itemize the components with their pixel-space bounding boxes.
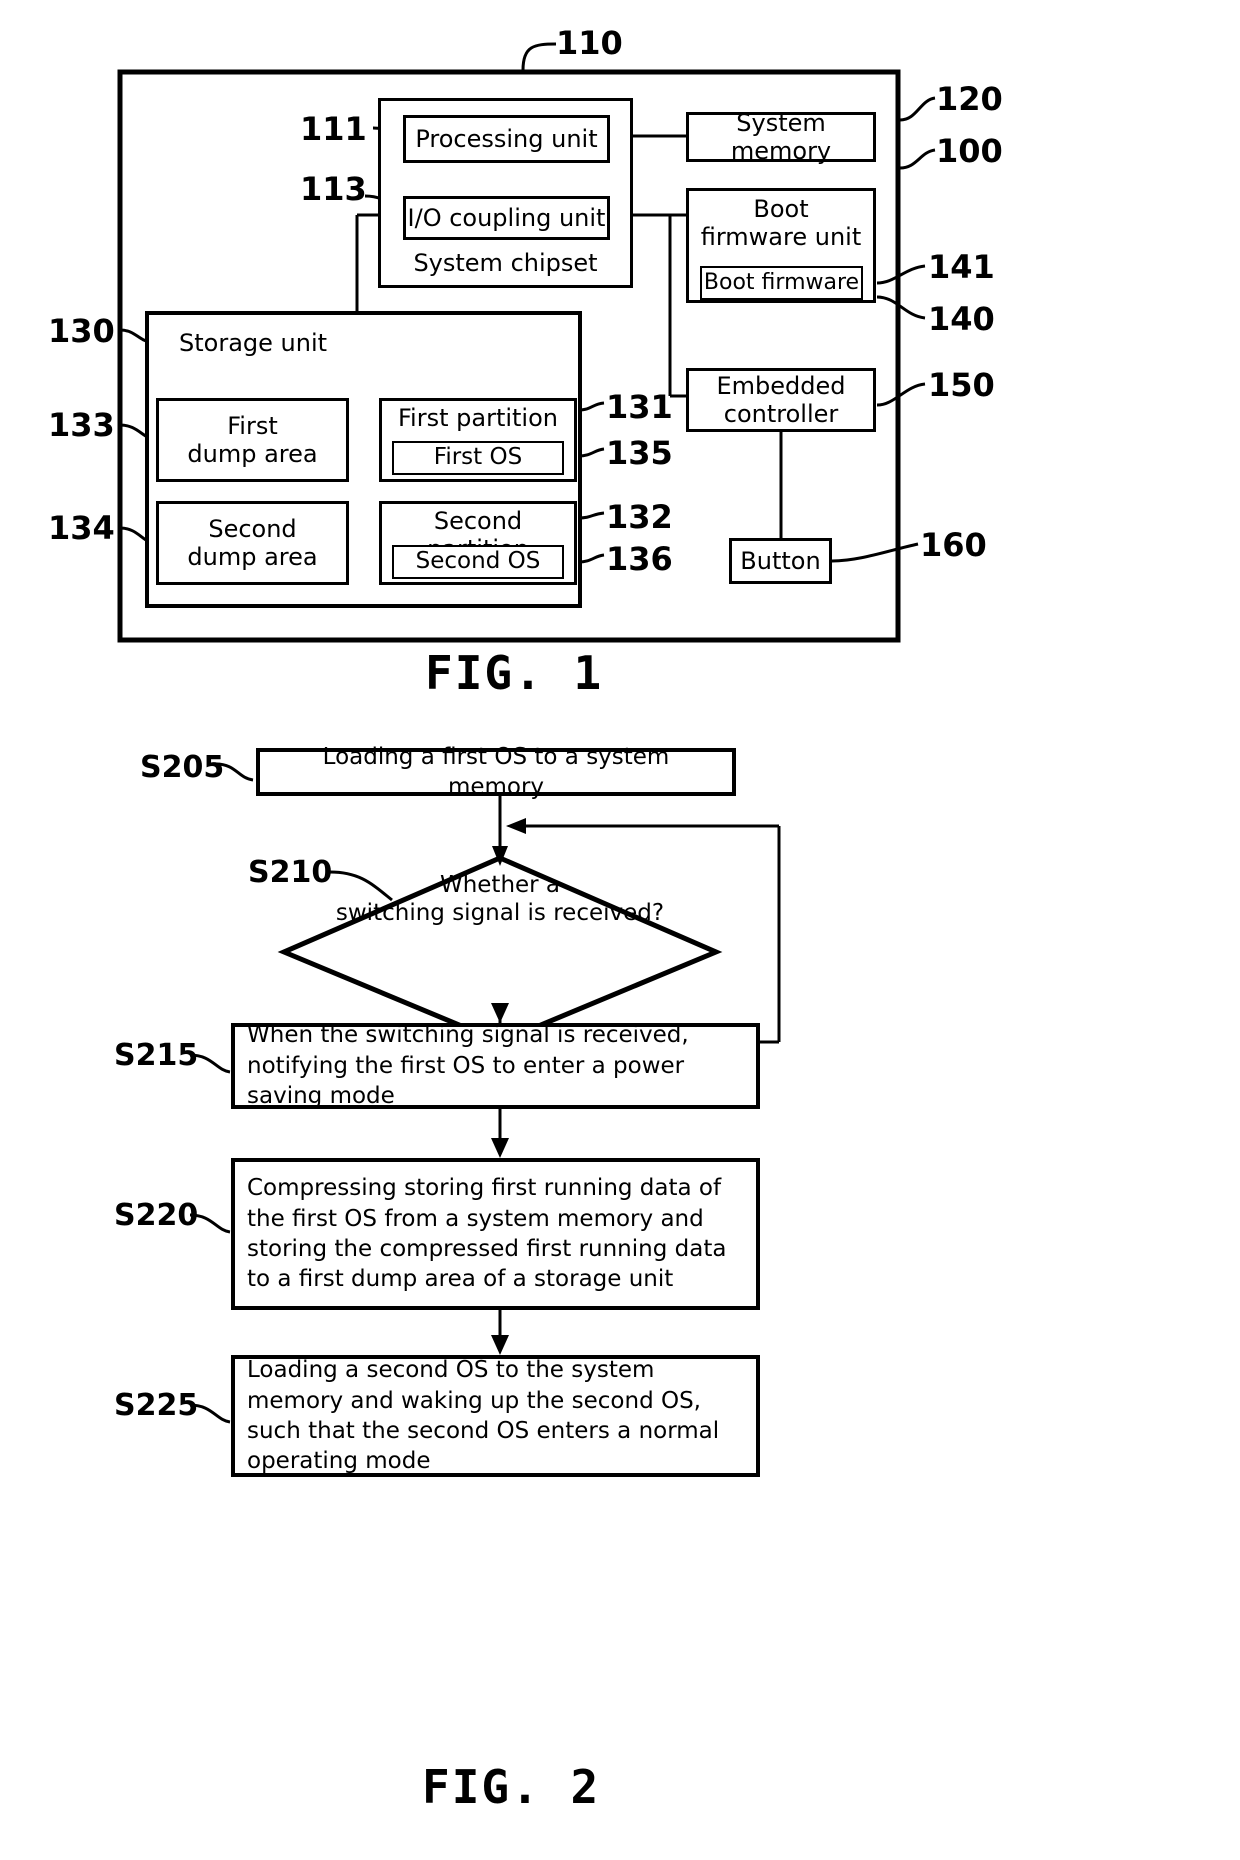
system-chipset-label: System chipset xyxy=(413,248,598,277)
ref-134: 134 xyxy=(48,509,115,547)
ref-150: 150 xyxy=(928,366,995,404)
first-dump-area-label-line2: dump area xyxy=(187,440,318,468)
ref-131: 131 xyxy=(606,388,673,426)
ref-140: 140 xyxy=(928,300,995,338)
first-os-block: First OS xyxy=(392,441,564,475)
ref-133: 133 xyxy=(48,406,115,444)
leader-150 xyxy=(876,382,926,407)
ref-s205: S205 xyxy=(140,750,225,785)
system-memory-label: System memory xyxy=(730,108,832,165)
embedded-controller-label-line2: controller xyxy=(723,400,839,428)
flow-step-s210-text: Whether a switching signal is received? xyxy=(330,872,670,927)
figure2-caption: FIG. 2 xyxy=(422,1760,601,1814)
flow-step-s215-text: When the switching signal is received, n… xyxy=(247,1022,689,1110)
storage-unit-label: Storage unit xyxy=(179,329,328,357)
boot-firmware-unit-label-line2: firmware unit xyxy=(700,223,862,252)
leader-100 xyxy=(899,148,936,170)
flow-step-s205-text: Loading a first OS to a system memory xyxy=(322,743,670,800)
boot-firmware-block: Boot firmware xyxy=(700,266,863,300)
second-dump-area-label-line2: dump area xyxy=(187,543,318,571)
ref-136: 136 xyxy=(606,540,673,578)
processing-unit-label: Processing unit xyxy=(415,124,598,153)
ref-113: 113 xyxy=(300,170,367,208)
ref-s210: S210 xyxy=(248,855,333,890)
flow-step-s215: When the switching signal is received, n… xyxy=(231,1022,760,1110)
arrowhead-loop-merge xyxy=(506,818,526,834)
arrowhead-s225 xyxy=(491,1335,509,1355)
flow-step-s205: Loading a first OS to a system memory xyxy=(256,744,736,800)
flow-step-s225-text: Loading a second OS to the system memory… xyxy=(247,1357,720,1475)
leader-120 xyxy=(899,96,936,122)
figure1-caption: FIG. 1 xyxy=(425,646,604,700)
ref-s220: S220 xyxy=(114,1198,199,1233)
ref-132: 132 xyxy=(606,498,673,536)
ref-100: 100 xyxy=(936,132,1003,170)
button-label: Button xyxy=(740,546,821,575)
flow-step-s210-text-line2: switching signal is received? xyxy=(335,899,665,926)
boot-firmware-label: Boot firmware xyxy=(703,270,860,296)
ref-130: 130 xyxy=(48,312,115,350)
flow-step-s220-text: Compressing storing first running data o… xyxy=(247,1175,727,1293)
leader-160 xyxy=(831,542,919,563)
patent-figure-sheet: System chipset Processing unit I/O coupl… xyxy=(0,0,1240,1860)
second-dump-area-label-line1: Second xyxy=(208,514,297,543)
leader-141 xyxy=(876,264,926,285)
ref-120: 120 xyxy=(936,80,1003,118)
flow-step-s220: Compressing storing first running data o… xyxy=(231,1158,760,1310)
first-dump-area-block: First dump area xyxy=(156,398,349,482)
ref-141: 141 xyxy=(928,248,995,286)
io-coupling-unit-label: I/O coupling unit xyxy=(407,203,606,232)
arrowhead-s220 xyxy=(491,1138,509,1158)
first-partition-label: First partition xyxy=(398,404,558,432)
flow-step-s225: Loading a second OS to the system memory… xyxy=(231,1355,760,1477)
first-dump-area-label-line1: First xyxy=(227,411,278,440)
arrowhead-s210 xyxy=(492,846,508,866)
button-block[interactable]: Button xyxy=(729,538,832,584)
flow-step-s210-text-line1: Whether a xyxy=(439,872,561,898)
system-memory-block: System memory xyxy=(686,109,876,165)
ref-110: 110 xyxy=(556,24,623,62)
ref-s215: S215 xyxy=(114,1038,199,1073)
first-os-label: First OS xyxy=(433,444,523,471)
processing-unit-block: Processing unit xyxy=(403,115,610,163)
ref-s225: S225 xyxy=(114,1388,199,1423)
second-os-label: Second OS xyxy=(415,548,541,575)
embedded-controller-block: Embedded controller xyxy=(686,368,876,432)
second-os-block: Second OS xyxy=(392,545,564,579)
embedded-controller-label-line1: Embedded xyxy=(716,371,846,400)
io-coupling-unit-block: I/O coupling unit xyxy=(403,196,610,240)
leader-110 xyxy=(521,42,557,71)
boot-firmware-unit-label-line1: Boot xyxy=(753,195,809,223)
leader-140 xyxy=(876,295,926,320)
ref-135: 135 xyxy=(606,434,673,472)
ref-111: 111 xyxy=(300,110,367,148)
second-dump-area-block: Second dump area xyxy=(156,501,349,585)
ref-160: 160 xyxy=(920,526,987,564)
